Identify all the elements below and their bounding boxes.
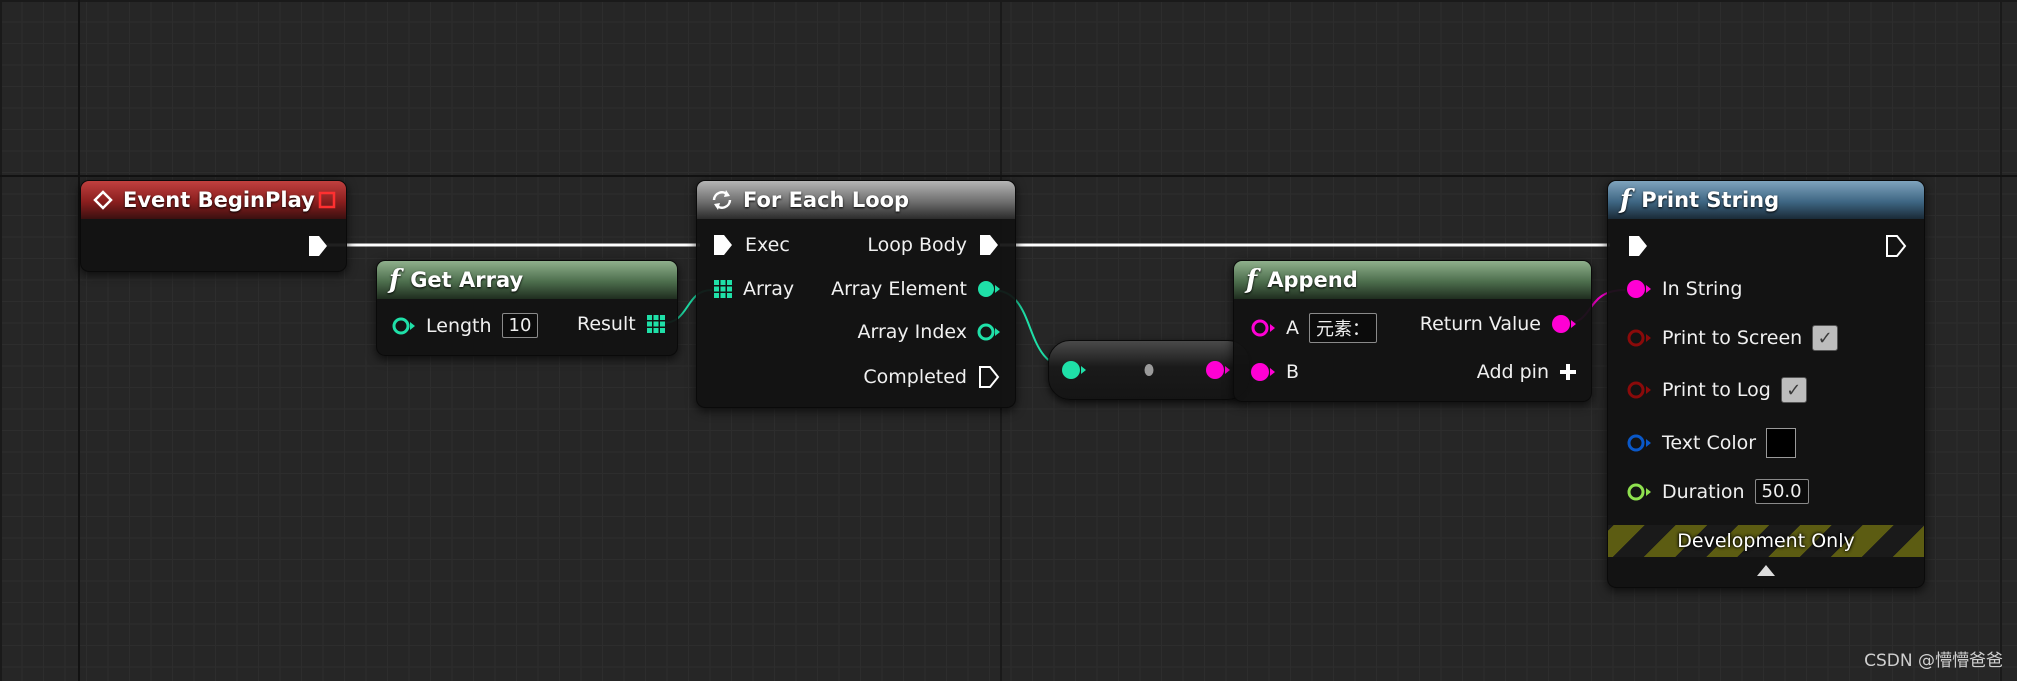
exec-output-pin[interactable] — [977, 365, 1001, 389]
pin-label: Exec — [745, 234, 790, 256]
float-input-pin[interactable] — [1626, 482, 1652, 502]
node-header[interactable]: f Get Array — [377, 261, 677, 299]
array-element-pin-row: Array Element — [831, 278, 1001, 300]
string-output-pin[interactable] — [1551, 314, 1577, 334]
pin-label: Print to Log — [1662, 379, 1771, 401]
loop-body-pin-row: Loop Body — [867, 233, 1001, 257]
struct-input-pin[interactable] — [1626, 433, 1652, 453]
pin-label: In String — [1662, 278, 1743, 300]
plus-icon[interactable] — [1559, 363, 1577, 381]
completed-pin-row: Completed — [863, 365, 1001, 389]
conversion-node[interactable] — [1048, 340, 1250, 400]
event-beginplay-node[interactable]: Event BeginPlay — [80, 180, 347, 272]
exec-output-pin[interactable] — [306, 234, 330, 258]
node-header[interactable]: For Each Loop — [697, 181, 1015, 219]
boolean-input-pin[interactable] — [1626, 328, 1652, 348]
exec-pin-row: Exec — [711, 233, 790, 257]
get-array-node[interactable]: f Get Array Length 10 Result — [376, 260, 678, 356]
print-to-screen-pin-row: Print to Screen ✓ — [1626, 325, 1839, 351]
pin-label: A — [1286, 317, 1299, 339]
pin-label: Return Value — [1419, 313, 1541, 335]
text-color-swatch[interactable] — [1766, 428, 1797, 458]
pin-label: Array Index — [857, 321, 967, 343]
node-header[interactable]: Event BeginPlay — [81, 181, 346, 219]
function-icon: f — [1620, 185, 1632, 215]
a-value-input[interactable]: 元素： — [1309, 313, 1377, 343]
exec-input-pin[interactable] — [1626, 234, 1650, 258]
integer-output-pin[interactable] — [977, 322, 1001, 342]
length-value-input[interactable]: 10 — [501, 313, 539, 338]
array-output-pin[interactable] — [646, 314, 666, 334]
delegate-output-icon[interactable] — [318, 191, 336, 209]
node-title: Print String — [1641, 188, 1780, 212]
node-title: Append — [1267, 268, 1358, 292]
collapse-arrow-icon[interactable] — [1756, 563, 1776, 577]
pin-label: Duration — [1662, 480, 1745, 503]
pin-label: Result — [577, 313, 636, 335]
pin-label: Text Color — [1662, 432, 1757, 454]
development-only-label: Development Only — [1677, 530, 1855, 552]
pin-label: Length — [426, 314, 492, 337]
pin-label: Print to Screen — [1662, 327, 1803, 349]
pin-label: B — [1286, 361, 1300, 383]
integer-output-pin[interactable] — [977, 279, 1001, 299]
for-each-loop-node[interactable]: For Each Loop Exec Loop Body Array Array… — [696, 180, 1016, 408]
add-pin-label: Add pin — [1476, 361, 1549, 383]
array-input-pin[interactable] — [713, 279, 733, 299]
exec-output-pin[interactable] — [977, 233, 1001, 257]
b-pin-row: B — [1250, 361, 1299, 383]
node-title: For Each Loop — [743, 188, 910, 212]
watermark: CSDN @懵懵爸爸 — [1864, 651, 2003, 671]
print-to-log-checkbox[interactable]: ✓ — [1780, 377, 1807, 403]
function-icon: f — [1246, 265, 1258, 295]
array-index-pin-row: Array Index — [857, 321, 1001, 343]
print-string-node[interactable]: f Print String In String Print to Screen… — [1607, 180, 1925, 588]
array-pin-row: Array — [713, 278, 794, 300]
boolean-input-pin[interactable] — [1626, 380, 1652, 400]
in-string-pin-row: In String — [1626, 278, 1742, 300]
result-pin-row: Result — [577, 313, 666, 335]
integer-input-pin[interactable] — [1061, 360, 1087, 380]
append-node[interactable]: f Append A 元素： Return Value B Add pin — [1233, 260, 1592, 402]
function-icon: f — [389, 265, 401, 295]
return-value-pin-row: Return Value — [1420, 313, 1577, 335]
exec-input-pin[interactable] — [711, 233, 735, 257]
node-header[interactable]: f Append — [1234, 261, 1591, 299]
loop-icon — [709, 187, 735, 213]
duration-pin-row: Duration 50.0 — [1626, 479, 1809, 504]
integer-input-pin[interactable] — [392, 316, 416, 336]
node-title: Get Array — [410, 268, 524, 292]
text-color-pin-row: Text Color — [1626, 428, 1797, 458]
pin-label: Array Element — [831, 278, 967, 300]
add-pin-row[interactable]: Add pin — [1477, 361, 1577, 383]
print-to-screen-checkbox[interactable]: ✓ — [1812, 325, 1839, 351]
length-pin-row: Length 10 — [392, 313, 539, 338]
pin-label: Array — [743, 278, 795, 300]
print-to-log-pin-row: Print to Log ✓ — [1626, 377, 1807, 403]
string-input-pin[interactable] — [1626, 279, 1652, 299]
pin-label: Completed — [863, 366, 967, 388]
string-input-pin[interactable] — [1250, 318, 1276, 338]
node-title: Event BeginPlay — [123, 188, 315, 212]
string-output-pin[interactable] — [1205, 360, 1231, 380]
string-input-pin[interactable] — [1250, 362, 1276, 382]
a-pin-row: A 元素： — [1250, 313, 1377, 343]
development-only-banner: Development Only — [1608, 525, 1924, 557]
node-header[interactable]: f Print String — [1608, 181, 1924, 219]
conversion-dot-icon — [1143, 362, 1155, 378]
event-diamond-icon — [93, 190, 113, 210]
duration-value-input[interactable]: 50.0 — [1754, 479, 1809, 504]
exec-output-pin[interactable] — [1884, 234, 1908, 258]
pin-label: Loop Body — [867, 234, 967, 256]
